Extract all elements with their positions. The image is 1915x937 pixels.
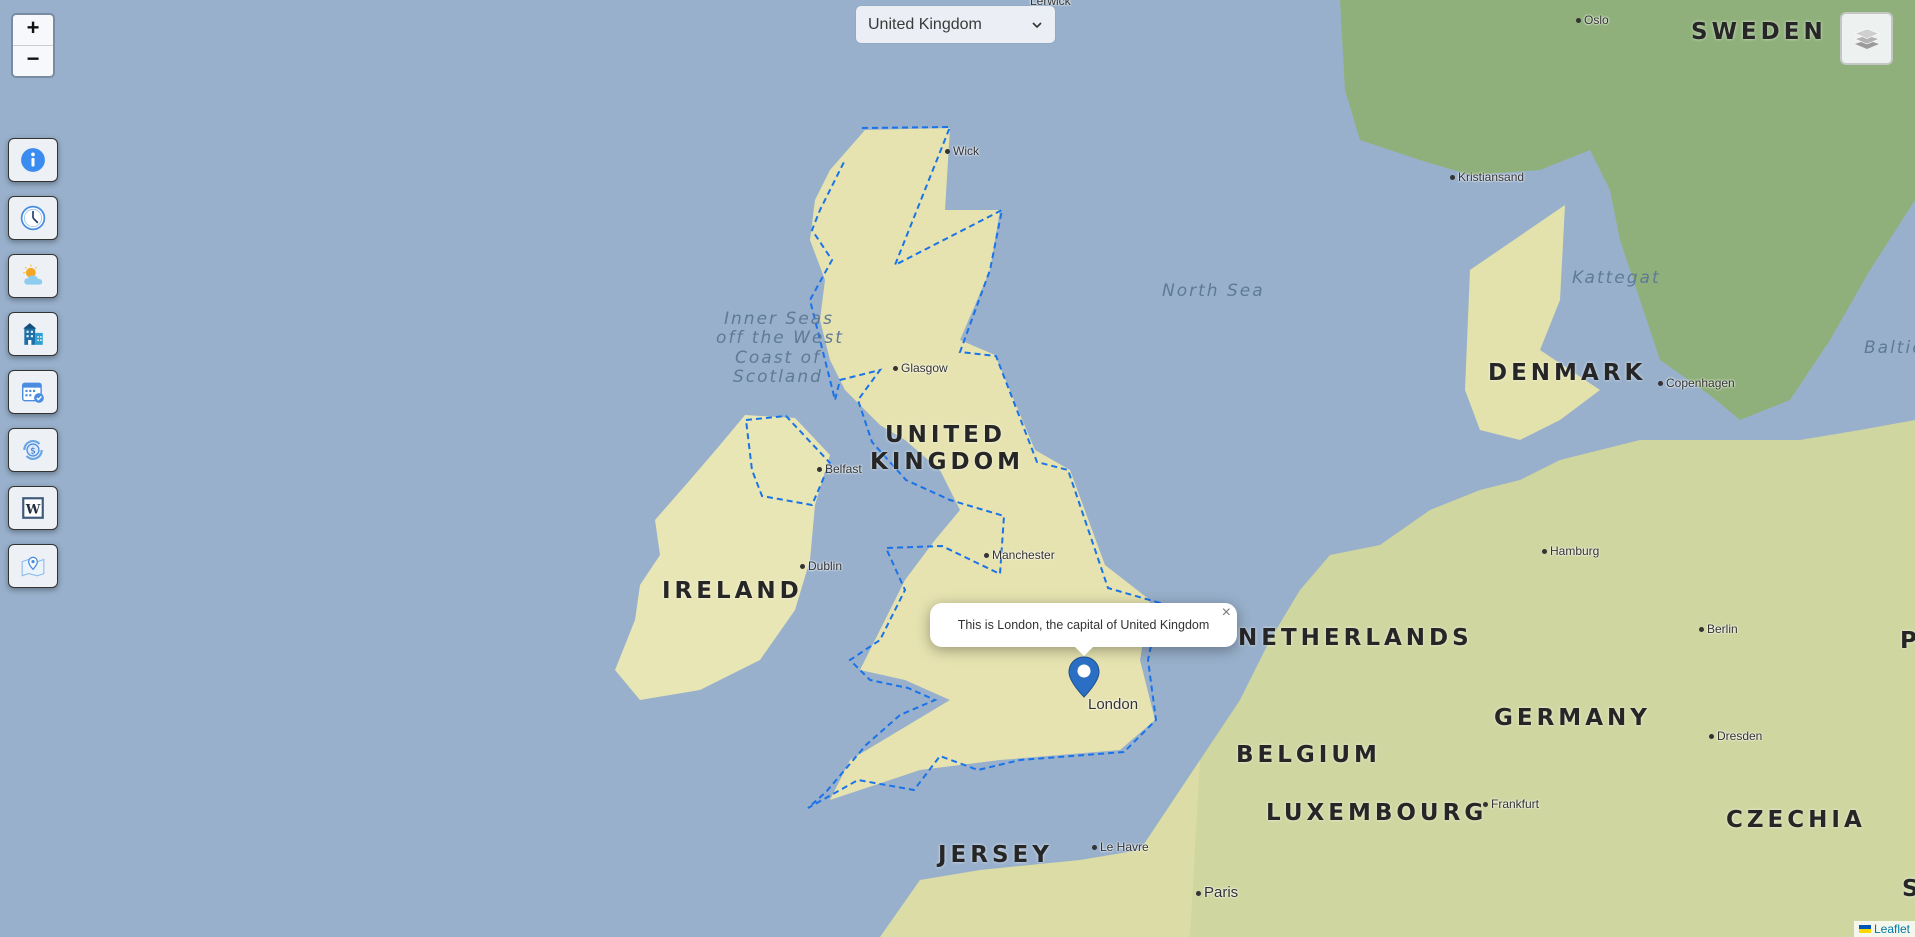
map-pin-marker[interactable]	[1067, 655, 1101, 699]
clock-icon	[20, 205, 46, 231]
country-select[interactable]: United Kingdom	[856, 6, 1055, 43]
info-icon	[21, 148, 45, 172]
map-pin-icon	[21, 556, 45, 577]
buildings-button[interactable]	[8, 312, 58, 356]
ukraine-flag-icon	[1858, 925, 1871, 933]
popup-text: This is London, the capital of United Ki…	[957, 618, 1210, 632]
buildings-icon	[23, 323, 43, 345]
location-button[interactable]	[8, 544, 58, 588]
wikipedia-icon: W	[22, 497, 44, 519]
time-button[interactable]	[8, 196, 58, 240]
currency-exchange-icon: $	[23, 440, 43, 460]
weather-button[interactable]	[8, 254, 58, 298]
weather-icon	[23, 264, 43, 285]
map-popup: This is London, the capital of United Ki…	[930, 603, 1237, 647]
popup-close-button[interactable]: ×	[1222, 605, 1231, 621]
layers-button[interactable]	[1840, 12, 1893, 65]
zoom-in-button[interactable]: +	[13, 15, 53, 45]
svg-text:$: $	[30, 446, 36, 456]
attribution: Leaflet	[1853, 921, 1915, 937]
map-canvas[interactable]	[0, 0, 1915, 937]
zoom-out-button[interactable]: −	[13, 45, 53, 76]
zoom-control: + −	[11, 13, 55, 78]
chevron-down-icon	[1032, 21, 1042, 28]
wikipedia-button[interactable]: W	[8, 486, 58, 530]
leaflet-link[interactable]: Leaflet	[1874, 922, 1910, 936]
info-button[interactable]	[8, 138, 58, 182]
country-select-value: United Kingdom	[868, 15, 982, 33]
calendar-button[interactable]	[8, 370, 58, 414]
calendar-check-icon	[22, 382, 44, 403]
svg-text:W: W	[25, 502, 41, 517]
currency-button[interactable]: $	[8, 428, 58, 472]
layers-icon	[1853, 28, 1880, 49]
